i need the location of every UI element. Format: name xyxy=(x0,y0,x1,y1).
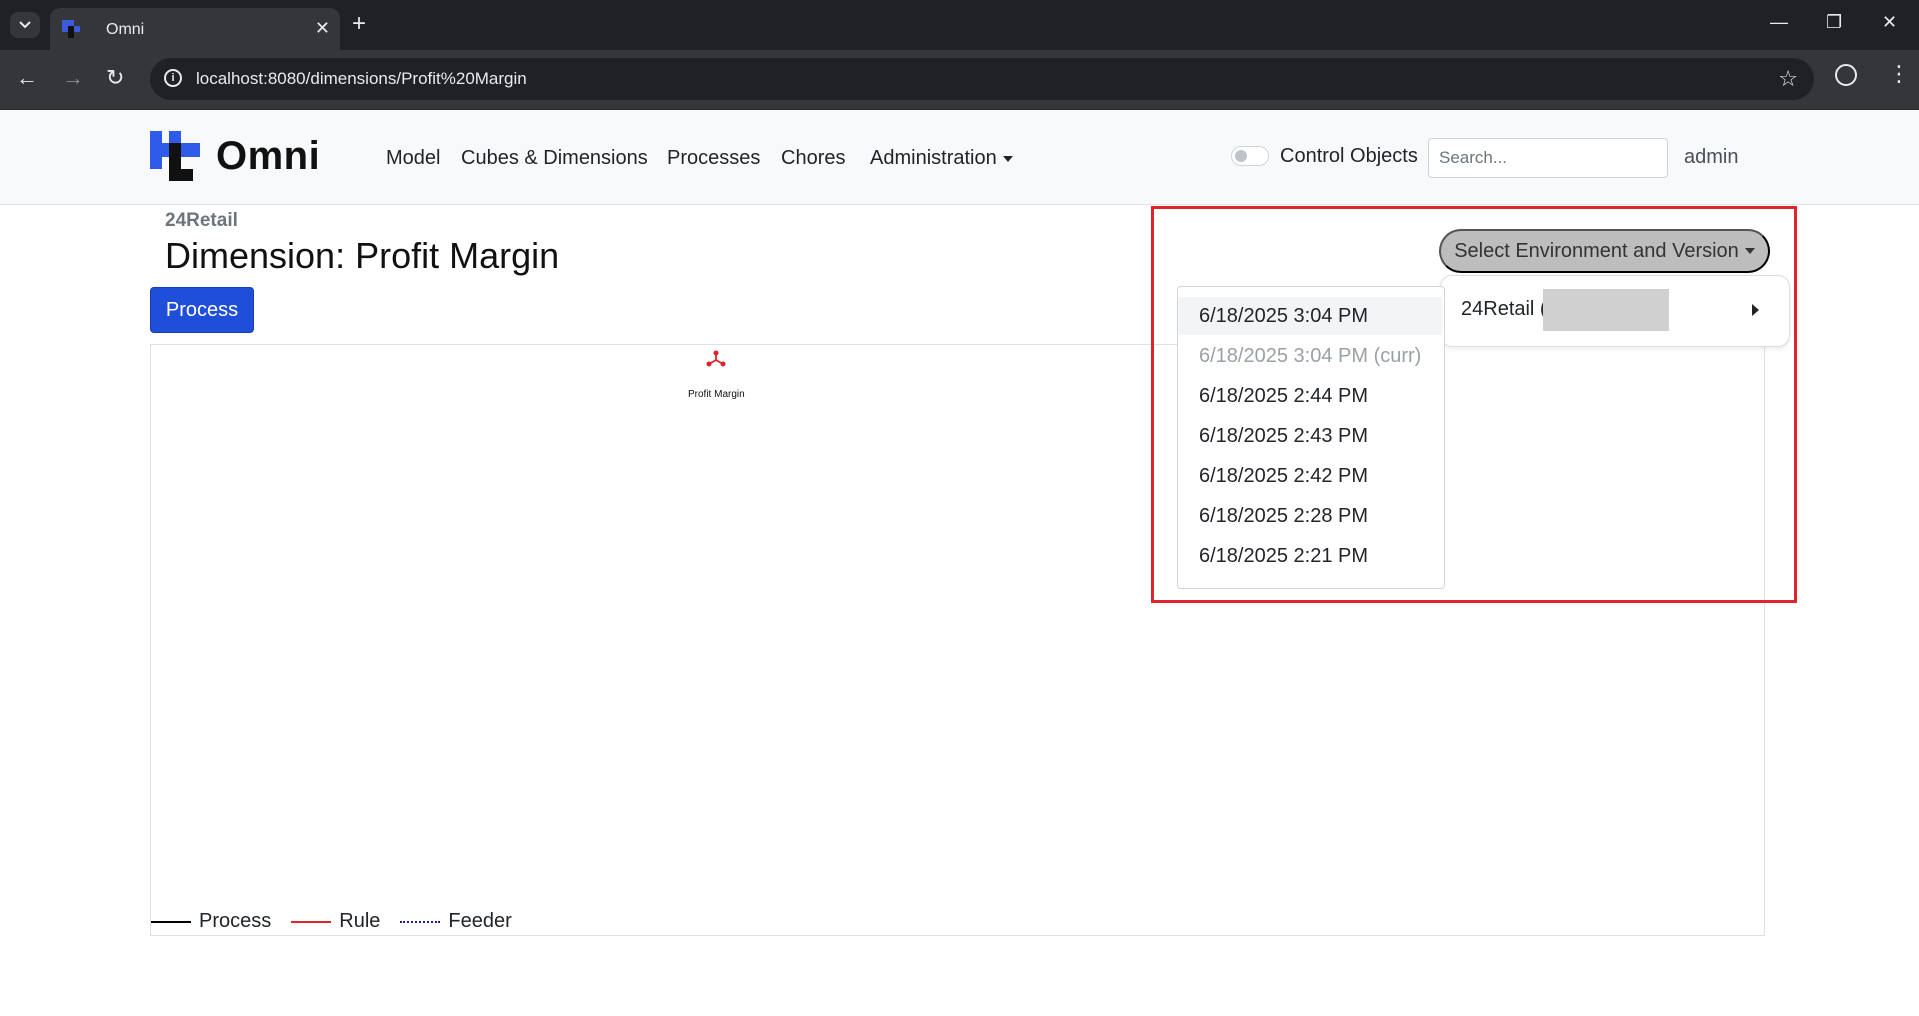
nav-processes[interactable]: Processes xyxy=(667,147,760,170)
tab-title: Omni xyxy=(106,21,145,38)
legend-item-feeder: Feeder xyxy=(400,910,512,933)
omni-favicon-icon xyxy=(62,20,80,38)
legend-line-process xyxy=(151,920,191,923)
chevron-down-icon xyxy=(19,21,31,29)
node-label: Profit Margin xyxy=(688,389,745,400)
caret-down-icon xyxy=(1002,155,1013,162)
graph-legend: Process Rule Feeder xyxy=(151,910,532,933)
search-input[interactable] xyxy=(1428,138,1668,178)
nav-model[interactable]: Model xyxy=(386,147,440,170)
version-item[interactable]: 6/18/2025 2:28 PM xyxy=(1178,497,1442,535)
version-item[interactable]: 6/18/2025 3:04 PM xyxy=(1178,297,1442,335)
process-button[interactable]: Process xyxy=(150,287,254,333)
environment-item[interactable]: 24Retail ( xyxy=(1461,298,1547,321)
version-item-current: 6/18/2025 3:04 PM (curr) xyxy=(1199,345,1422,367)
restore-icon[interactable]: ❐ xyxy=(1826,12,1842,33)
url-text[interactable]: localhost:8080/dimensions/Profit%20Margi… xyxy=(196,69,527,89)
select-environment-label: Select Environment and Version xyxy=(1454,239,1739,262)
browser-tab-bar: Omni ✕ + — ❐ ✕ xyxy=(0,0,1919,50)
bookmark-star-icon[interactable]: ☆ xyxy=(1778,66,1798,92)
caret-down-icon xyxy=(1744,248,1755,254)
nav-administration-label: Administration xyxy=(870,147,997,169)
new-tab-icon[interactable]: + xyxy=(352,12,366,36)
window-close-icon[interactable]: ✕ xyxy=(1882,12,1897,33)
redacted-block xyxy=(1543,289,1669,331)
forward-icon[interactable]: → xyxy=(62,66,84,90)
back-icon[interactable]: ← xyxy=(16,66,38,90)
site-info-icon[interactable]: i xyxy=(164,69,182,87)
version-menu: 6/18/2025 3:04 PM 6/18/2025 3:04 PM (cur… xyxy=(1177,286,1445,589)
app-navbar: Omni Model Cubes & Dimensions Processes … xyxy=(0,110,1919,205)
legend-item-rule: Rule xyxy=(291,910,380,933)
tab-close-icon[interactable]: ✕ xyxy=(315,18,330,39)
version-item[interactable]: 6/18/2025 2:43 PM xyxy=(1178,417,1442,455)
nav-administration[interactable]: Administration xyxy=(870,147,1013,170)
submenu-arrow-icon xyxy=(1752,304,1759,316)
version-item[interactable]: 6/18/2025 2:44 PM xyxy=(1178,377,1442,415)
user-menu[interactable]: admin xyxy=(1684,146,1738,169)
brand-logo[interactable]: Omni xyxy=(150,131,320,181)
profile-icon[interactable] xyxy=(1835,64,1857,86)
select-environment-button[interactable]: Select Environment and Version xyxy=(1439,229,1770,273)
toggle-knob xyxy=(1235,150,1247,162)
omni-logo-icon xyxy=(150,131,200,181)
nav-cubes-dimensions[interactable]: Cubes & Dimensions xyxy=(461,147,648,170)
legend-line-feeder xyxy=(400,920,441,923)
legend-line-rule xyxy=(291,920,332,923)
brand-name: Omni xyxy=(216,133,321,178)
nav-chores[interactable]: Chores xyxy=(781,147,845,170)
browser-menu-icon[interactable]: ⋮ xyxy=(1888,62,1910,86)
browser-tab[interactable]: Omni ✕ xyxy=(50,8,340,50)
breadcrumb[interactable]: 24Retail xyxy=(165,210,238,232)
legend-label-rule: Rule xyxy=(339,910,381,932)
environment-menu: 24Retail ( xyxy=(1440,275,1790,347)
address-bar[interactable]: i localhost:8080/dimensions/Profit%20Mar… xyxy=(150,58,1814,100)
version-item[interactable]: 6/18/2025 2:42 PM xyxy=(1178,457,1442,495)
legend-item-process: Process xyxy=(151,910,271,933)
tab-list-button[interactable] xyxy=(10,12,40,38)
control-objects-toggle[interactable] xyxy=(1231,146,1269,166)
reload-icon[interactable]: ↻ xyxy=(106,66,124,90)
browser-toolbar: ← → ↻ i localhost:8080/dimensions/Profit… xyxy=(0,50,1919,110)
control-objects-label: Control Objects xyxy=(1280,145,1418,167)
dependency-graph[interactable]: Profit Margin Process Rule Feeder xyxy=(150,344,1765,936)
dimension-node-icon[interactable] xyxy=(706,349,726,369)
minimize-icon[interactable]: — xyxy=(1770,12,1788,33)
legend-label-process: Process xyxy=(199,910,272,932)
legend-label-feeder: Feeder xyxy=(448,910,512,932)
page-title: Dimension: Profit Margin xyxy=(165,235,560,276)
version-item[interactable]: 6/18/2025 2:21 PM xyxy=(1178,537,1442,575)
